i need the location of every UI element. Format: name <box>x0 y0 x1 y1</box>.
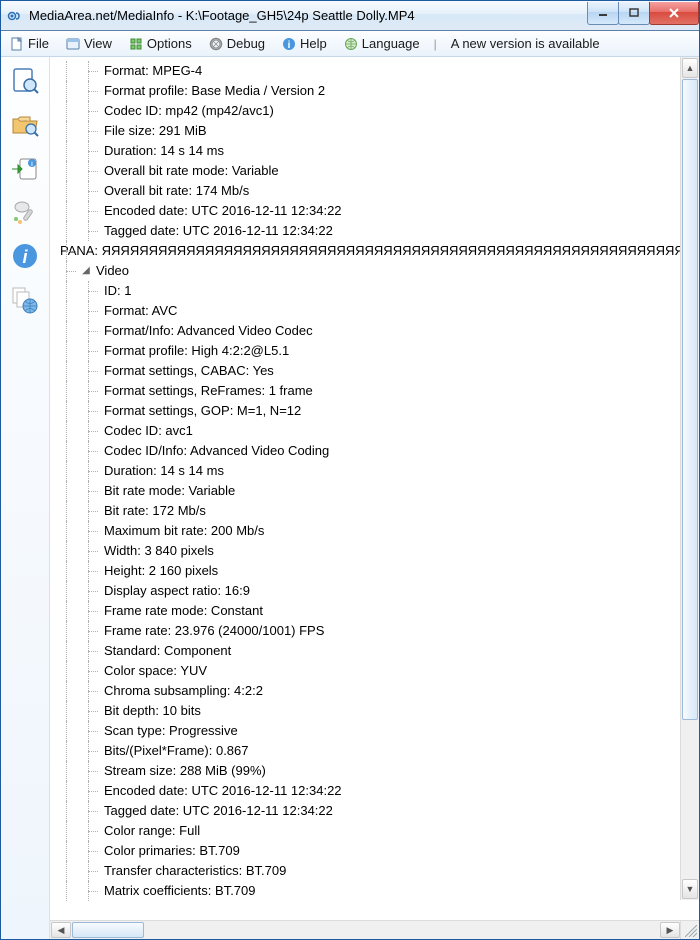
close-button[interactable] <box>649 2 699 25</box>
tree-leaf[interactable]: Overall bit rate: 174 Mb/s <box>58 181 679 201</box>
menu-debug[interactable]: Debug <box>204 34 269 54</box>
tree-leaf[interactable]: Color range: Full <box>58 821 679 841</box>
tree-leaf[interactable]: Bits/(Pixel*Frame): 0.867 <box>58 741 679 761</box>
tree-leaf[interactable]: Format settings, ReFrames: 1 frame <box>58 381 679 401</box>
app-icon <box>7 8 23 24</box>
options-icon <box>128 36 144 52</box>
scroll-down-arrow[interactable]: ▼ <box>682 879 698 899</box>
new-version-notice[interactable]: A new version is available <box>447 34 604 53</box>
tree-leaf[interactable]: File size: 291 MiB <box>58 121 679 141</box>
tree-leaf[interactable]: Format settings, GOP: M=1, N=12 <box>58 401 679 421</box>
scroll-track[interactable] <box>681 79 699 878</box>
tree-leaf[interactable]: Duration: 14 s 14 ms <box>58 461 679 481</box>
sidebar-folder-open[interactable] <box>8 107 42 141</box>
svg-text:i: i <box>288 40 291 51</box>
tree-leaf[interactable]: Duration: 14 s 14 ms <box>58 141 679 161</box>
tree-leaf[interactable]: Color primaries: BT.709 <box>58 841 679 861</box>
scroll-right-arrow[interactable]: ▶ <box>660 922 680 938</box>
menubar: File View Options Debug i Help Language … <box>1 31 699 57</box>
tree-leaf[interactable]: Tagged date: UTC 2016-12-11 12:34:22 <box>58 801 679 821</box>
help-icon: i <box>281 36 297 52</box>
tree-leaf[interactable]: Width: 3 840 pixels <box>58 541 679 561</box>
tree-leaf[interactable]: Codec ID/Info: Advanced Video Coding <box>58 441 679 461</box>
info-tree: Format: MPEG-4Format profile: Base Media… <box>50 57 699 920</box>
view-icon <box>65 36 81 52</box>
tree-leaf[interactable]: Format settings, CABAC: Yes <box>58 361 679 381</box>
tree-leaf[interactable]: Encoded date: UTC 2016-12-11 12:34:22 <box>58 201 679 221</box>
tree-leaf[interactable]: Maximum bit rate: 200 Mb/s <box>58 521 679 541</box>
tree-leaf[interactable]: Codec ID: mp42 (mp42/avc1) <box>58 101 679 121</box>
maximize-button[interactable] <box>618 2 650 25</box>
tree-leaf[interactable]: Bit rate: 172 Mb/s <box>58 501 679 521</box>
tree-leaf[interactable]: Frame rate mode: Constant <box>58 601 679 621</box>
tree-leaf[interactable]: Format/Info: Advanced Video Codec <box>58 321 679 341</box>
menu-options[interactable]: Options <box>124 34 196 54</box>
app-window: MediaArea.net/MediaInfo - K:\Footage_GH5… <box>0 0 700 940</box>
scroll-track-h[interactable] <box>72 921 659 939</box>
tree-leaf[interactable]: Scan type: Progressive <box>58 721 679 741</box>
tree-leaf[interactable]: Frame rate: 23.976 (24000/1001) FPS <box>58 621 679 641</box>
tree-leaf[interactable]: Format profile: High 4:2:2@L5.1 <box>58 341 679 361</box>
tree-leaf[interactable]: Overall bit rate mode: Variable <box>58 161 679 181</box>
tree-leaf[interactable]: Format: MPEG-4 <box>58 61 679 81</box>
file-icon <box>9 36 25 52</box>
tree-leaf[interactable]: Chroma subsampling: 4:2:2 <box>58 681 679 701</box>
tree-leaf[interactable]: Transfer characteristics: BT.709 <box>58 861 679 881</box>
sidebar-file-open[interactable] <box>8 63 42 97</box>
horizontal-scrollbar[interactable]: ◀ ▶ <box>50 920 699 939</box>
tree-leaf[interactable]: Stream size: 288 MiB (99%) <box>58 761 679 781</box>
scroll-up-arrow[interactable]: ▲ <box>682 58 698 78</box>
scroll-thumb-h[interactable] <box>72 922 144 938</box>
tree-leaf[interactable]: Color space: YUV <box>58 661 679 681</box>
collapse-icon[interactable]: ◢ <box>78 263 94 279</box>
sidebar-settings[interactable] <box>8 195 42 229</box>
tree-leaf[interactable]: Codec ID: avc1 <box>58 421 679 441</box>
menu-view[interactable]: View <box>61 34 116 54</box>
tree-section-video[interactable]: ◢Video <box>58 261 679 281</box>
scroll-left-arrow[interactable]: ◀ <box>51 922 71 938</box>
vertical-scrollbar[interactable]: ▲ ▼ <box>680 57 699 900</box>
scroll-thumb[interactable] <box>682 79 698 720</box>
sidebar-export[interactable]: i <box>8 151 42 185</box>
tree-leaf[interactable]: Standard: Component <box>58 641 679 661</box>
sidebar-about[interactable]: i <box>8 239 42 273</box>
tree-leaf[interactable]: Height: 2 160 pixels <box>58 561 679 581</box>
tree-leaf[interactable]: Bit depth: 10 bits <box>58 701 679 721</box>
menu-help[interactable]: i Help <box>277 34 331 54</box>
tree-leaf[interactable]: Matrix coefficients: BT.709 <box>58 881 679 901</box>
tree-leaf[interactable]: Display aspect ratio: 16:9 <box>58 581 679 601</box>
debug-icon <box>208 36 224 52</box>
tree-leaf[interactable]: PANA: ЯЯЯЯЯЯЯЯЯЯЯЯЯЯЯЯЯЯЯЯЯЯЯЯЯЯЯЯЯЯЯЯЯЯ… <box>58 241 679 261</box>
tree-leaf[interactable]: Encoded date: UTC 2016-12-11 12:34:22 <box>58 781 679 801</box>
tree-leaf[interactable]: Bit rate mode: Variable <box>58 481 679 501</box>
sidebar-web[interactable] <box>8 283 42 317</box>
resize-grip[interactable] <box>680 920 699 939</box>
window-title: MediaArea.net/MediaInfo - K:\Footage_GH5… <box>29 8 588 23</box>
titlebar[interactable]: MediaArea.net/MediaInfo - K:\Footage_GH5… <box>1 1 699 31</box>
tree-leaf[interactable]: Tagged date: UTC 2016-12-11 12:34:22 <box>58 221 679 241</box>
menu-language[interactable]: Language <box>339 34 424 54</box>
minimize-button[interactable] <box>587 2 619 25</box>
tree-leaf[interactable]: ID: 1 <box>58 281 679 301</box>
tree-leaf[interactable]: Format: AVC <box>58 301 679 321</box>
menu-file[interactable]: File <box>5 34 53 54</box>
tree-leaf[interactable]: Format profile: Base Media / Version 2 <box>58 81 679 101</box>
sidebar: i i <box>1 57 50 939</box>
globe-icon <box>343 36 359 52</box>
